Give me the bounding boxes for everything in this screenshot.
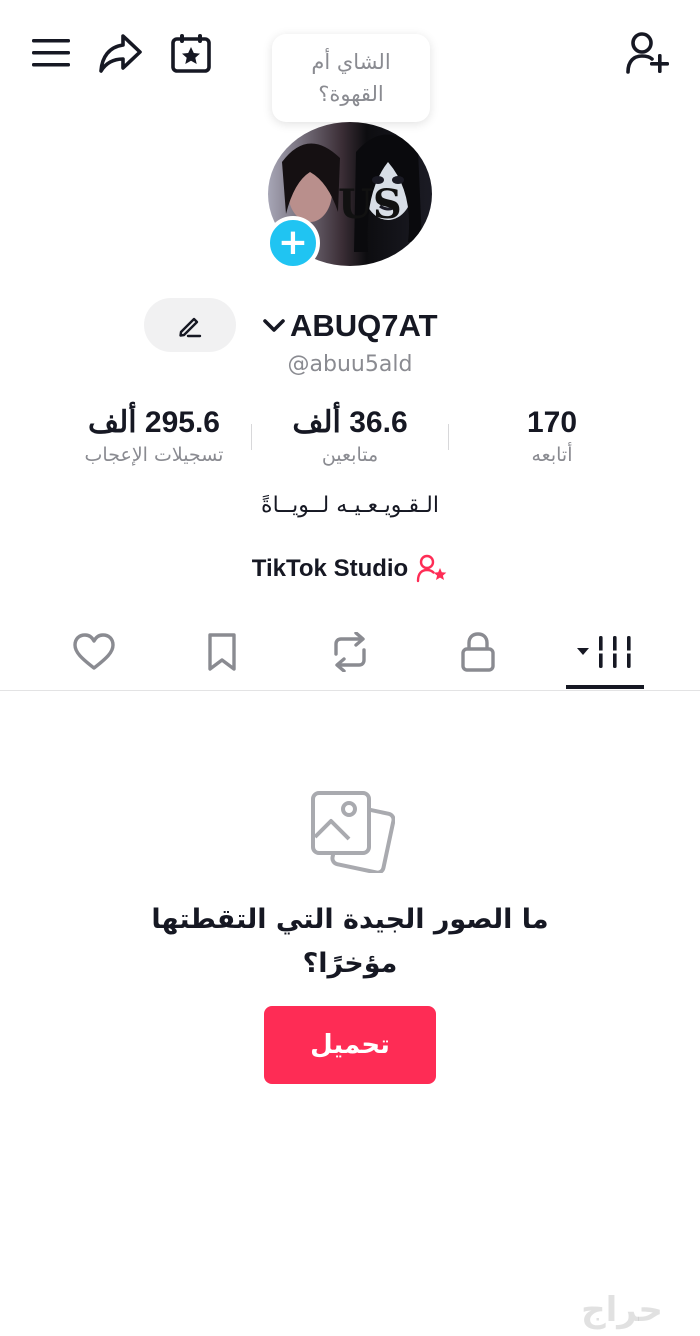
share-arrow-icon [99, 34, 142, 73]
chevron-down-icon [263, 319, 285, 332]
tab-videos[interactable] [545, 620, 665, 684]
stat-following-label: أتابعه [531, 444, 573, 466]
plus-icon: + [277, 222, 309, 263]
studio-label: TikTok Studio [251, 555, 409, 582]
tab-liked[interactable] [34, 620, 154, 684]
lock-icon [461, 632, 495, 672]
heart-icon [73, 633, 115, 670]
repost-icon [334, 632, 366, 672]
photos-icon [311, 791, 395, 873]
tab-reposts[interactable] [290, 620, 410, 684]
person-add-icon [626, 32, 669, 74]
stat-likes[interactable]: 295.6 ألف تسجيلات الإعجاب [54, 402, 254, 466]
share-button[interactable] [94, 28, 146, 78]
watermark: حراج [581, 1290, 663, 1330]
creator-star-icon [417, 554, 447, 583]
calendar-star-icon [171, 34, 211, 73]
empty-title-line-1: ما الصور الجيدة التي التقطتها [151, 904, 549, 935]
pencil-icon [179, 317, 202, 338]
empty-state-illustration [300, 784, 400, 876]
hamburger-icon [32, 39, 70, 67]
bio-text: الـقـويـعـيـه لــويــاةً [261, 493, 439, 518]
bubble-line-1: الشاي أم [311, 50, 391, 74]
menu-button[interactable] [26, 30, 76, 76]
stat-likes-label: تسجيلات الإعجاب [84, 444, 224, 466]
stat-following-value: 170 [526, 406, 578, 439]
add-friend-button[interactable] [622, 28, 676, 78]
calendar-button[interactable] [166, 28, 216, 78]
svg-text:US: US [338, 181, 402, 228]
upload-button[interactable]: تحميل [264, 1006, 436, 1084]
status-bubble[interactable]: الشاي أم القهوة؟ [272, 34, 430, 122]
tiktok-studio-link[interactable]: TikTok Studio [0, 554, 700, 584]
stat-followers[interactable]: 36.6 ألف متابعين [250, 402, 450, 466]
account-switcher[interactable]: ABUQ7AT [262, 304, 438, 348]
add-photo-button[interactable]: + [266, 216, 320, 270]
stat-followers-label: متابعين [321, 444, 379, 466]
grid-icon [577, 636, 635, 668]
stat-followers-value: 36.6 ألف [292, 406, 408, 439]
user-handle: @abuu5ald [287, 352, 413, 377]
empty-title-line-2: مؤخرًا؟ [302, 948, 398, 979]
tab-favorites[interactable] [162, 620, 282, 684]
tab-divider [0, 690, 700, 691]
stat-likes-value: 295.6 ألف [88, 406, 220, 439]
tab-private[interactable] [418, 620, 538, 684]
stat-following[interactable]: 170 أتابعه [452, 402, 652, 466]
empty-state-title: ما الصور الجيدة التي التقطتها مؤخرًا؟ [0, 898, 700, 986]
edit-profile-button[interactable] [144, 298, 236, 352]
username: ABUQ7AT [290, 308, 438, 343]
bubble-line-2: القهوة؟ [318, 82, 384, 106]
bookmark-icon [208, 633, 236, 671]
active-tab-indicator [566, 685, 644, 689]
